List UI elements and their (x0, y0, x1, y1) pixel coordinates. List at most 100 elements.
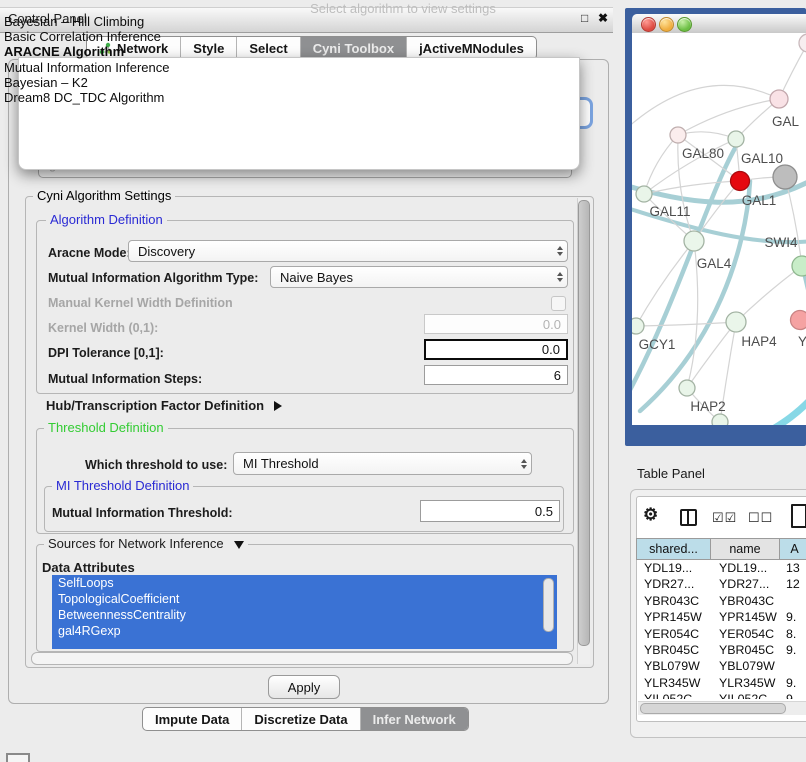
sources-title-text: Sources for Network Inference (48, 536, 224, 551)
table-cell[interactable]: 12 (780, 576, 806, 592)
table-cell[interactable]: 9. (780, 675, 806, 691)
node-label-gal: GAL (772, 114, 800, 129)
hub-transcription-factor-section[interactable]: Hub/Transcription Factor Definition (46, 398, 282, 413)
dpi-tolerance-field[interactable]: 0.0 (424, 339, 568, 360)
network-node-gal10[interactable] (728, 131, 744, 147)
mi-algorithm-type-combo[interactable]: Naive Bayes (270, 266, 568, 288)
column-header-shared[interactable]: shared... (636, 538, 711, 560)
algorithm-option-basic-correlation-inference[interactable]: Basic Correlation Inference (4, 29, 802, 44)
data-attributes-list: SelfLoopsTopologicalCoefficientBetweenne… (52, 575, 557, 649)
node-label-gal4: GAL4 (697, 256, 732, 271)
tab-infer-network[interactable]: Infer Network (360, 708, 468, 730)
table-cell[interactable] (780, 658, 806, 674)
network-node-y[interactable] (791, 311, 806, 330)
algorithm-option-dream8-dc-tdc-algorithm[interactable]: Dream8 DC_TDC Algorithm (4, 90, 802, 105)
gear-icon[interactable]: ⚙ (643, 505, 658, 525)
table-cell[interactable]: YBR043C (636, 593, 711, 609)
aracne-mode-combo[interactable]: Discovery (128, 240, 568, 262)
deselect-all-checks-icon[interactable]: ☐☐ (748, 510, 773, 526)
network-node-unlabeled[interactable] (773, 165, 797, 189)
table-cell[interactable]: YDL19... (636, 560, 711, 576)
network-node-gal11[interactable] (636, 186, 652, 202)
attributes-list-scrollbar[interactable] (543, 578, 554, 632)
table-cell[interactable]: YIL052C (636, 691, 711, 699)
mi-threshold-definition-title: MI Threshold Definition (52, 479, 193, 492)
network-node-gcy1[interactable] (632, 318, 644, 334)
network-node-unlabeled[interactable] (712, 414, 728, 425)
table-horizontal-scrollbar-thumb[interactable] (640, 703, 786, 714)
table-cell[interactable]: YPR145W (711, 609, 780, 625)
table-cell[interactable]: YLR345W (711, 675, 780, 691)
algorithm-option-aracne-algorithm[interactable]: ARACNE Algorithm (4, 44, 802, 59)
table-cell[interactable]: YDL19... (711, 560, 780, 576)
which-threshold-combo[interactable]: MI Threshold (233, 452, 532, 475)
network-node-gal80[interactable] (670, 127, 686, 143)
attribute-item-gal4rgexp[interactable]: gal4RGexp (52, 623, 557, 639)
tab-impute-data[interactable]: Impute Data (143, 708, 241, 730)
attribute-item-partial[interactable] (52, 639, 557, 649)
table-cell[interactable] (780, 593, 806, 609)
settings-horizontal-scrollbar-thumb[interactable] (31, 652, 573, 665)
which-threshold-value: MI Threshold (243, 456, 319, 471)
table-row[interactable]: YBR043CYBR043C (636, 593, 806, 609)
table-row[interactable]: YBR045CYBR045C9. (636, 642, 806, 658)
manual-kernel-width-checkbox[interactable] (551, 296, 566, 311)
network-node-hap4[interactable] (726, 312, 746, 332)
dpi-tolerance-label: DPI Tolerance [0,1]: (48, 346, 164, 360)
table-cell[interactable]: YDR27... (711, 576, 780, 592)
algorithm-option-bayesian-hill-climbing[interactable]: Bayesian – Hill Climbing (4, 14, 802, 29)
attribute-item-betweennesscentrality[interactable]: BetweennessCentrality (52, 607, 557, 623)
table-cell[interactable]: 13 (780, 560, 806, 576)
table-row[interactable]: YIL052CYIL052C9 (636, 691, 806, 699)
tab-discretize-data[interactable]: Discretize Data (241, 708, 359, 730)
kernel-width-field[interactable]: 0.0 (424, 314, 568, 334)
kernel-width-label: Kernel Width (0,1): (48, 321, 158, 335)
table-cell[interactable]: YDR27... (636, 576, 711, 592)
table-row[interactable]: YDR27...YDR27...12 (636, 576, 806, 592)
sources-title[interactable]: Sources for Network Inference (44, 537, 248, 550)
apply-button[interactable]: Apply (268, 675, 340, 699)
table-cell[interactable]: YBL079W (711, 658, 780, 674)
table-cell[interactable]: YBR043C (711, 593, 780, 609)
algorithm-option-bayesian-k2[interactable]: Bayesian – K2 (4, 75, 802, 90)
table-cell[interactable]: YER054C (711, 626, 780, 642)
attribute-item-selfloops[interactable]: SelfLoops (52, 575, 557, 591)
table-row[interactable]: YPR145WYPR145W9. (636, 609, 806, 625)
table-cell[interactable]: YPR145W (636, 609, 711, 625)
mi-threshold-field[interactable]: 0.5 (420, 500, 560, 522)
file-icon[interactable] (791, 504, 806, 528)
network-node-swi4[interactable] (792, 256, 806, 276)
table-cell[interactable]: 9. (780, 642, 806, 658)
table-cell[interactable]: YBR045C (636, 642, 711, 658)
table-cell[interactable]: YBR045C (711, 642, 780, 658)
network-node-gal1[interactable] (731, 172, 750, 191)
table-row[interactable]: YDL19...YDL19...13 (636, 560, 806, 576)
network-node-hap2[interactable] (679, 380, 695, 396)
table-row[interactable]: YBL079WYBL079W (636, 658, 806, 674)
select-all-checks-icon[interactable]: ☑☑ (712, 510, 737, 526)
table-rows: YDL19...YDL19...13YDR27...YDR27...12YBR0… (636, 560, 806, 699)
table-cell[interactable]: YLR345W (636, 675, 711, 691)
settings-vertical-scrollbar-thumb[interactable] (578, 200, 590, 646)
table-cell[interactable]: YER054C (636, 626, 711, 642)
table-row[interactable]: YLR345WYLR345W9. (636, 675, 806, 691)
table-cell[interactable]: YIL052C (711, 691, 780, 699)
table-cell[interactable]: YBL079W (636, 658, 711, 674)
table-cell[interactable]: 9. (780, 609, 806, 625)
algorithm-options: Bayesian – Hill ClimbingBasic Correlatio… (4, 14, 802, 105)
collapse-down-icon[interactable] (234, 541, 244, 549)
table-row[interactable]: YER054CYER054C8. (636, 626, 806, 642)
mi-steps-label: Mutual Information Steps: (48, 372, 202, 386)
network-node-gal4[interactable] (684, 231, 704, 251)
attribute-item-topologicalcoefficient[interactable]: TopologicalCoefficient (52, 591, 557, 607)
table-cell[interactable]: 8. (780, 626, 806, 642)
node-label-gal10: GAL10 (741, 151, 783, 166)
algorithm-option-mutual-information-inference[interactable]: Mutual Information Inference (4, 60, 802, 75)
column-header-name[interactable]: name (711, 538, 780, 560)
mi-steps-field[interactable]: 6 (424, 365, 568, 385)
column-header-a[interactable]: A (780, 538, 806, 560)
table-cell[interactable]: 9 (780, 691, 806, 699)
minimized-panel-icon[interactable] (6, 753, 30, 762)
expand-right-icon[interactable] (274, 401, 282, 411)
mi-algorithm-type-value: Naive Bayes (280, 270, 353, 285)
